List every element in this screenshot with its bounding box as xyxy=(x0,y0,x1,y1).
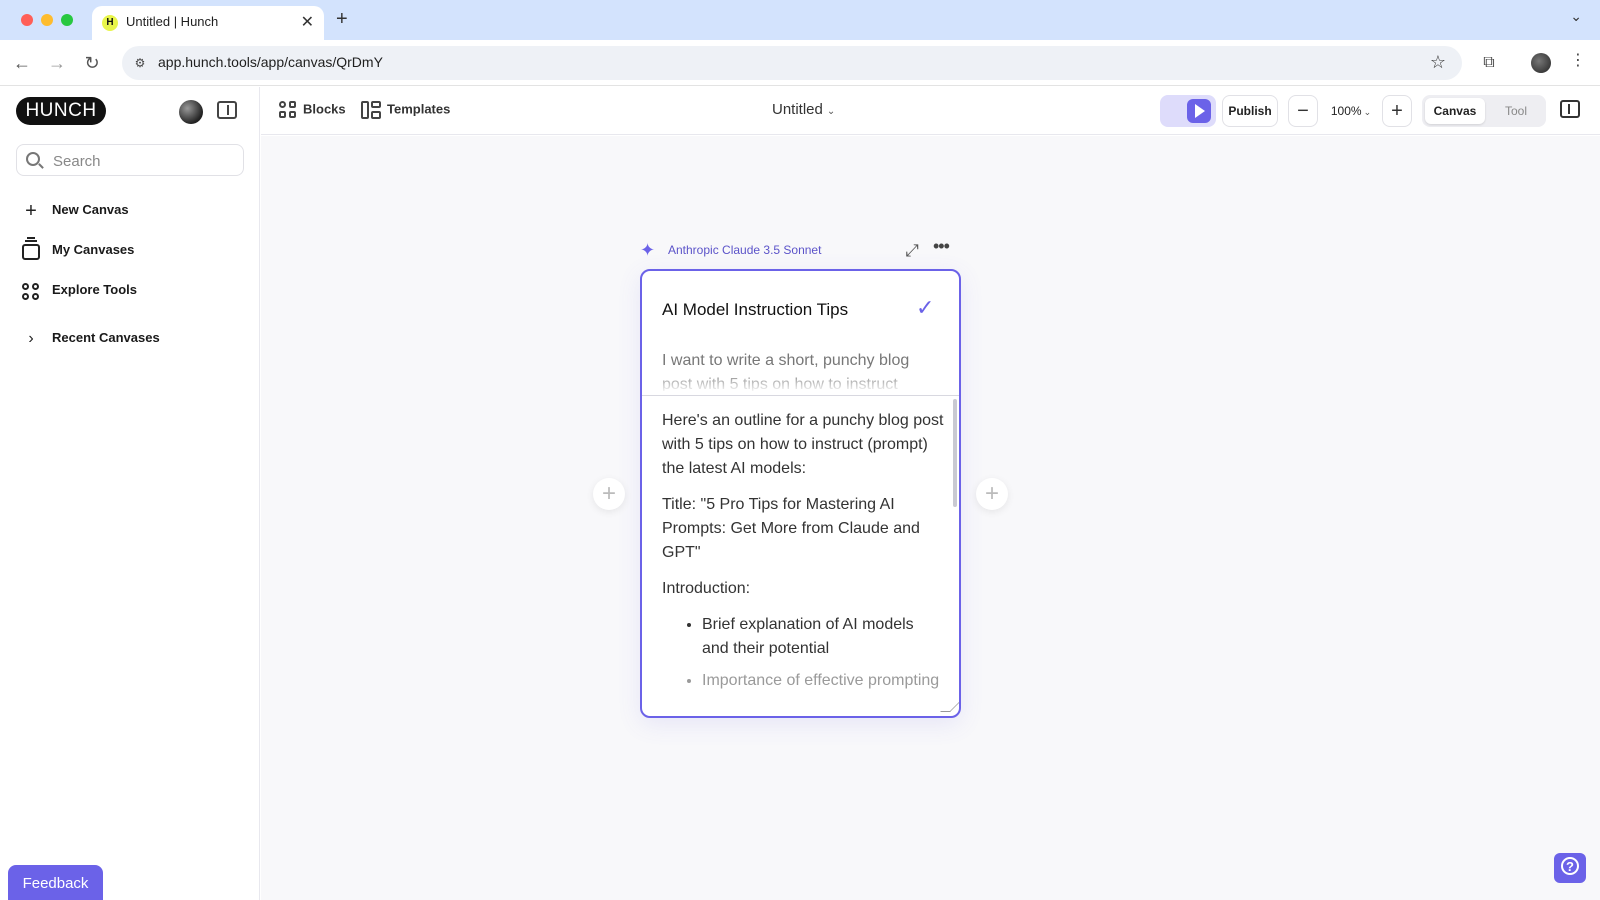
zoom-level-dropdown[interactable]: 100% ⌄ xyxy=(1324,95,1378,127)
stack-icon xyxy=(20,237,42,262)
right-panel-toggle-icon[interactable] xyxy=(1560,100,1580,118)
sparkle-icon: ✦ xyxy=(640,240,656,260)
extensions-icon[interactable]: ⧉ xyxy=(1477,51,1501,75)
llm-block-card[interactable]: AI Model Instruction Tips ✓ I want to wr… xyxy=(640,269,961,718)
url-text: app.hunch.tools/app/canvas/QrDmY xyxy=(158,54,383,70)
plus-icon: + xyxy=(25,200,37,222)
checkmark-icon[interactable]: ✓ xyxy=(916,295,934,321)
url-field[interactable]: ⚙ app.hunch.tools/app/canvas/QrDmY ☆ xyxy=(122,46,1462,80)
back-arrow-icon[interactable]: ← xyxy=(9,50,35,76)
feedback-button[interactable]: Feedback xyxy=(8,865,103,900)
forward-arrow-icon[interactable]: → xyxy=(44,50,70,76)
sidebar-item-label: Recent Canvases xyxy=(52,330,160,345)
browser-menu-icon[interactable]: ⋮ xyxy=(1570,50,1586,70)
browser-tab[interactable]: H Untitled | Hunch ✕ xyxy=(92,6,324,40)
sidebar-item-new-canvas[interactable]: + New Canvas xyxy=(20,199,240,223)
minimize-window-button[interactable] xyxy=(41,14,53,26)
close-window-button[interactable] xyxy=(21,14,33,26)
chevron-down-icon: ⌄ xyxy=(826,106,836,117)
maximize-window-button[interactable] xyxy=(61,14,73,26)
mode-switch: Canvas Tool xyxy=(1422,95,1546,127)
canvas-title: Untitled xyxy=(772,101,823,118)
sidebar-item-recent-canvases[interactable]: › Recent Canvases xyxy=(20,327,240,351)
output-intro: Here's an outline for a punchy blog post… xyxy=(662,412,944,477)
block-divider xyxy=(642,395,959,396)
list-item: Brief explanation of AI models and their… xyxy=(702,613,944,661)
site-info-icon[interactable]: ⚙ xyxy=(130,53,150,73)
play-icon[interactable] xyxy=(1187,99,1211,123)
more-options-icon[interactable]: ••• xyxy=(933,236,950,257)
zoom-controls: − 100% ⌄ + xyxy=(1288,95,1412,127)
output-scrollbar[interactable] xyxy=(953,399,957,507)
block-title[interactable]: AI Model Instruction Tips xyxy=(662,300,848,320)
output-title-line: Title: "5 Pro Tips for Mastering AI Prom… xyxy=(662,496,920,561)
chevron-down-icon: ⌄ xyxy=(1363,107,1372,117)
app-toolbar: Blocks Templates Untitled ⌄ Publish − 100… xyxy=(261,87,1600,135)
browser-address-bar: ← → ↻ ⚙ app.hunch.tools/app/canvas/QrDmY… xyxy=(0,40,1600,86)
sidebar-item-label: New Canvas xyxy=(52,202,129,217)
new-tab-icon[interactable]: + xyxy=(336,8,348,31)
search-input[interactable] xyxy=(53,149,233,173)
sidebar-item-label: Explore Tools xyxy=(52,282,137,297)
templates-icon xyxy=(361,101,381,119)
search-icon xyxy=(26,152,40,166)
help-icon[interactable] xyxy=(1554,853,1586,883)
blocks-icon xyxy=(279,101,297,119)
output-text[interactable]: Here's an outline for a punchy blog post… xyxy=(662,409,944,716)
sidebar-item-my-canvases[interactable]: My Canvases xyxy=(20,237,240,263)
tab-search-chevron-icon[interactable]: ⌄ xyxy=(1570,8,1582,25)
tab-title: Untitled | Hunch xyxy=(126,14,219,29)
zoom-out-button[interactable]: − xyxy=(1288,95,1318,127)
tab-canvas[interactable]: Canvas xyxy=(1425,98,1485,124)
grid-icon xyxy=(20,280,42,302)
sidebar-item-label: My Canvases xyxy=(52,242,135,257)
block-header: ✦ Anthropic Claude 3.5 Sonnet ⤢ ••• xyxy=(640,236,960,262)
model-selector[interactable]: Anthropic Claude 3.5 Sonnet xyxy=(668,243,821,257)
reload-icon[interactable]: ↻ xyxy=(79,50,105,76)
templates-button[interactable]: Templates xyxy=(361,101,450,121)
zoom-level: 100% xyxy=(1330,104,1362,118)
prompt-fade xyxy=(642,371,959,393)
chevron-right-icon: › xyxy=(28,330,34,347)
tab-tool[interactable]: Tool xyxy=(1488,98,1544,124)
add-block-right-button[interactable]: + xyxy=(976,478,1008,510)
blocks-label: Blocks xyxy=(303,101,346,117)
publish-button[interactable]: Publish xyxy=(1222,95,1278,127)
sidebar-item-explore-tools[interactable]: Explore Tools xyxy=(20,279,240,303)
blocks-button[interactable]: Blocks xyxy=(279,101,346,121)
output-introduction-heading: Introduction: xyxy=(662,580,751,597)
expand-icon[interactable]: ⤢ xyxy=(902,241,922,261)
sidebar-toggle-icon[interactable] xyxy=(217,101,237,119)
browser-profile-avatar[interactable] xyxy=(1531,53,1551,73)
canvas-title-dropdown[interactable]: Untitled ⌄ xyxy=(772,101,835,118)
list-item: Importance of effective prompting xyxy=(702,669,944,693)
zoom-in-button[interactable]: + xyxy=(1382,95,1412,127)
output-bullet-list: Brief explanation of AI models and their… xyxy=(702,613,944,693)
hunch-favicon-icon: H xyxy=(102,15,118,31)
templates-label: Templates xyxy=(387,101,451,117)
sidebar: HUNCH + New Canvas My Canvases Explore T… xyxy=(0,87,260,900)
hunch-logo[interactable]: HUNCH xyxy=(16,97,106,125)
add-block-left-button[interactable]: + xyxy=(593,478,625,510)
close-tab-icon[interactable]: ✕ xyxy=(301,12,314,32)
user-avatar[interactable] xyxy=(179,100,203,124)
bookmark-star-icon[interactable]: ☆ xyxy=(1430,52,1446,73)
browser-tab-bar: H Untitled | Hunch ✕ + ⌄ xyxy=(0,0,1600,40)
search-box[interactable] xyxy=(16,144,244,176)
run-control xyxy=(1160,95,1216,127)
